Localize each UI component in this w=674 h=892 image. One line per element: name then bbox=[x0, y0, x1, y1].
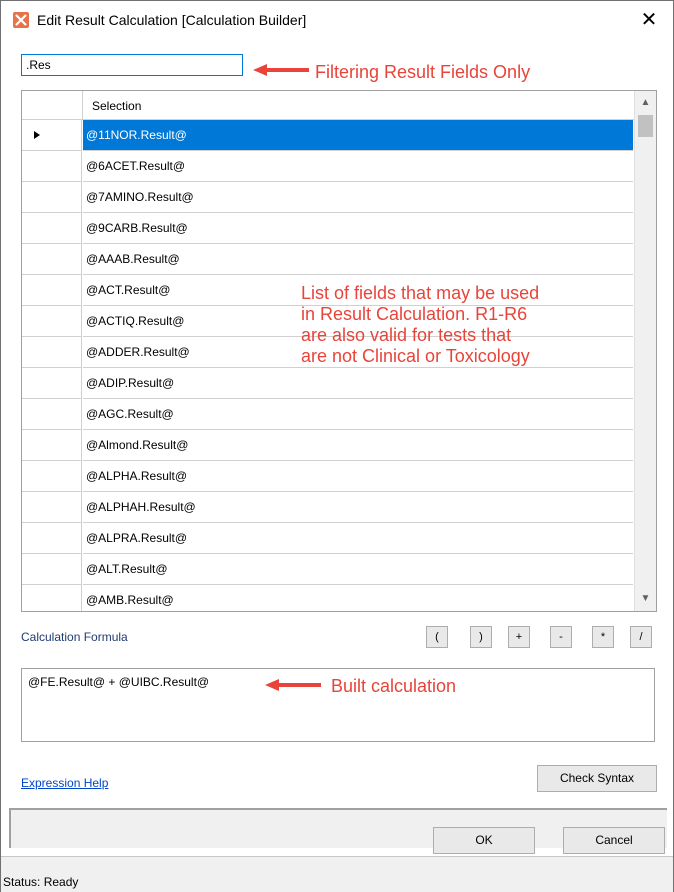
open-paren-button[interactable]: ( bbox=[426, 626, 448, 648]
table-row[interactable]: @ADIP.Result@ bbox=[22, 368, 634, 399]
row-indicator[interactable] bbox=[22, 430, 82, 461]
row-indicator[interactable] bbox=[22, 554, 82, 585]
app-icon bbox=[13, 12, 29, 28]
row-indicator[interactable] bbox=[22, 399, 82, 430]
ok-button[interactable]: OK bbox=[433, 827, 535, 854]
scroll-thumb[interactable] bbox=[638, 115, 653, 137]
row-indicator[interactable] bbox=[22, 523, 82, 554]
table-row[interactable]: @ALPHA.Result@ bbox=[22, 461, 634, 492]
status-bar: Status: Ready bbox=[1, 856, 673, 892]
field-cell[interactable]: @AMB.Result@ bbox=[83, 585, 633, 611]
expression-help-link[interactable]: Expression Help bbox=[21, 776, 108, 790]
row-indicator[interactable] bbox=[22, 368, 82, 399]
row-indicator[interactable] bbox=[22, 213, 82, 244]
row-indicator[interactable] bbox=[22, 461, 82, 492]
table-row[interactable]: @ALT.Result@ bbox=[22, 554, 634, 585]
close-paren-button[interactable]: ) bbox=[470, 626, 492, 648]
annotation-list-line-1: List of fields that may be used bbox=[301, 283, 540, 303]
grid-header: Selection bbox=[22, 91, 634, 120]
dialog-window: Edit Result Calculation [Calculation Bui… bbox=[0, 0, 674, 892]
column-header-selection[interactable]: Selection bbox=[92, 99, 141, 113]
window-title: Edit Result Calculation [Calculation Bui… bbox=[37, 12, 307, 28]
row-indicator[interactable] bbox=[22, 182, 82, 213]
row-indicator[interactable] bbox=[22, 306, 82, 337]
close-icon[interactable]: ✕ bbox=[635, 6, 663, 34]
calculation-formula-label: Calculation Formula bbox=[21, 630, 128, 644]
field-cell[interactable]: @Almond.Result@ bbox=[83, 430, 633, 461]
field-cell[interactable]: @ALPRA.Result@ bbox=[83, 523, 633, 554]
field-cell[interactable]: @ALPHA.Result@ bbox=[83, 461, 633, 492]
table-row[interactable]: @11NOR.Result@ bbox=[22, 120, 634, 151]
table-row[interactable]: @9CARB.Result@ bbox=[22, 213, 634, 244]
row-indicator[interactable] bbox=[22, 244, 82, 275]
table-row[interactable]: @Almond.Result@ bbox=[22, 430, 634, 461]
filter-input[interactable] bbox=[21, 54, 243, 76]
table-row[interactable]: @AAAB.Result@ bbox=[22, 244, 634, 275]
field-cell[interactable]: @11NOR.Result@ bbox=[83, 120, 633, 151]
field-cell[interactable]: @AAAB.Result@ bbox=[83, 244, 633, 275]
row-indicator[interactable] bbox=[22, 151, 82, 182]
table-row[interactable]: @AGC.Result@ bbox=[22, 399, 634, 430]
field-cell[interactable]: @ALPHAH.Result@ bbox=[83, 492, 633, 523]
cancel-button[interactable]: Cancel bbox=[563, 827, 665, 854]
plus-button[interactable]: + bbox=[508, 626, 530, 648]
minus-button[interactable]: - bbox=[550, 626, 572, 648]
check-syntax-button[interactable]: Check Syntax bbox=[537, 765, 657, 792]
annotation-list-line-2: in Result Calculation. R1-R6 bbox=[301, 304, 528, 324]
field-cell[interactable]: @6ACET.Result@ bbox=[83, 151, 633, 182]
annotation-filter: Filtering Result Fields Only bbox=[315, 62, 531, 82]
field-cell[interactable]: @9CARB.Result@ bbox=[83, 213, 633, 244]
annotation-list-line-3: are also valid for tests that bbox=[301, 325, 512, 345]
field-cell[interactable]: @ALT.Result@ bbox=[83, 554, 633, 585]
annotation-list-line-4: are not Clinical or Toxicology bbox=[301, 346, 530, 366]
row-indicator[interactable] bbox=[22, 492, 82, 523]
field-cell[interactable]: @AGC.Result@ bbox=[83, 399, 633, 430]
formula-text: @FE.Result@ + @UIBC.Result@ bbox=[28, 675, 210, 689]
table-row[interactable]: @6ACET.Result@ bbox=[22, 151, 634, 182]
scroll-up-icon[interactable]: ▲ bbox=[635, 93, 656, 113]
status-text: Status: Ready bbox=[3, 875, 79, 889]
scroll-down-icon[interactable]: ▼ bbox=[635, 589, 656, 609]
row-indicator[interactable] bbox=[22, 337, 82, 368]
title-bar: Edit Result Calculation [Calculation Bui… bbox=[1, 1, 673, 39]
field-cell[interactable]: @7AMINO.Result@ bbox=[83, 182, 633, 213]
table-row[interactable]: @AMB.Result@ bbox=[22, 585, 634, 611]
grid-header-corner bbox=[22, 91, 83, 119]
multiply-button[interactable]: * bbox=[592, 626, 614, 648]
table-row[interactable]: @7AMINO.Result@ bbox=[22, 182, 634, 213]
table-row[interactable]: @ALPHAH.Result@ bbox=[22, 492, 634, 523]
table-row[interactable]: @ALPRA.Result@ bbox=[22, 523, 634, 554]
annotation-built: Built calculation bbox=[331, 676, 457, 696]
row-indicator[interactable] bbox=[22, 275, 82, 306]
row-indicator[interactable] bbox=[22, 585, 82, 611]
vertical-scrollbar[interactable]: ▲ ▼ bbox=[634, 91, 656, 611]
row-indicator[interactable] bbox=[22, 120, 82, 151]
arrow-left-icon bbox=[253, 64, 309, 76]
divide-button[interactable]: / bbox=[630, 626, 652, 648]
field-cell[interactable]: @ADIP.Result@ bbox=[83, 368, 633, 399]
arrow-left-icon bbox=[265, 679, 321, 691]
current-row-arrow-icon bbox=[34, 131, 40, 139]
